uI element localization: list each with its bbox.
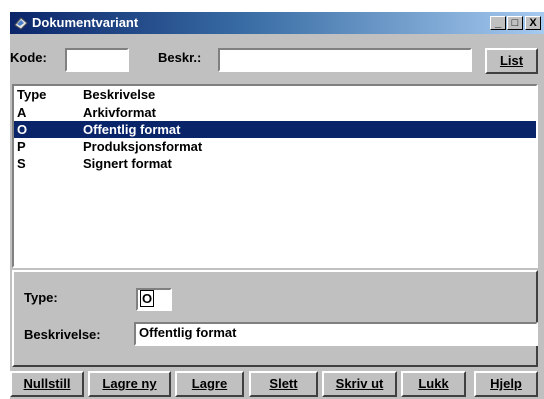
- hjelp-button[interactable]: Hjelp: [474, 371, 538, 397]
- row-description: Produksjonsformat: [83, 139, 203, 154]
- lukk-button[interactable]: Lukk: [401, 371, 466, 397]
- list-button[interactable]: List: [485, 48, 538, 74]
- beskr-label: Beskr.:: [158, 50, 202, 65]
- row-type: P: [17, 139, 26, 154]
- header-description: Beskrivelse: [83, 87, 156, 102]
- list-item[interactable]: S Signert format: [14, 155, 536, 172]
- list-item[interactable]: P Produksjonsformat: [14, 138, 536, 155]
- list-item-selected[interactable]: O Offentlig format: [14, 121, 536, 138]
- nullstill-button[interactable]: Nullstill: [10, 371, 84, 397]
- kode-input[interactable]: [65, 48, 129, 72]
- variant-list[interactable]: Type Beskrivelse A Arkivformat O Offentl…: [12, 84, 538, 268]
- list-header: Type Beskrivelse: [14, 86, 536, 104]
- type-label: Type:: [24, 290, 58, 305]
- lagre-button[interactable]: Lagre: [175, 371, 244, 397]
- type-value: O: [140, 290, 155, 307]
- lagre-ny-button[interactable]: Lagre ny: [88, 371, 171, 397]
- beskrivelse-input[interactable]: Offentlig format: [134, 322, 538, 346]
- minimize-button[interactable]: _: [490, 16, 506, 30]
- beskrivelse-label: Beskrivelse:: [24, 327, 101, 342]
- row-description: Arkivformat: [83, 105, 156, 120]
- list-item[interactable]: A Arkivformat: [14, 104, 536, 121]
- title-bar[interactable]: Dokumentvariant _ □ X: [10, 12, 544, 34]
- row-type: A: [17, 105, 27, 120]
- app-icon: [14, 17, 28, 30]
- skriv-ut-button[interactable]: Skriv ut: [322, 371, 397, 397]
- slett-button[interactable]: Slett: [249, 371, 318, 397]
- dokumentvariant-window: Dokumentvariant _ □ X Kode: Beskr.: List…: [10, 12, 544, 399]
- kode-label: Kode:: [10, 50, 47, 65]
- header-type: Type: [17, 87, 47, 102]
- close-button[interactable]: X: [525, 16, 541, 30]
- beskr-input[interactable]: [218, 48, 472, 72]
- maximize-button[interactable]: □: [507, 16, 523, 30]
- window-title: Dokumentvariant: [32, 15, 139, 30]
- detail-panel: Type: O Beskrivelse: Offentlig format: [12, 270, 538, 367]
- row-description: Signert format: [83, 156, 172, 171]
- row-description: Offentlig format: [83, 122, 181, 137]
- row-type: O: [17, 122, 28, 137]
- type-input[interactable]: O: [136, 288, 172, 311]
- row-type: S: [17, 156, 26, 171]
